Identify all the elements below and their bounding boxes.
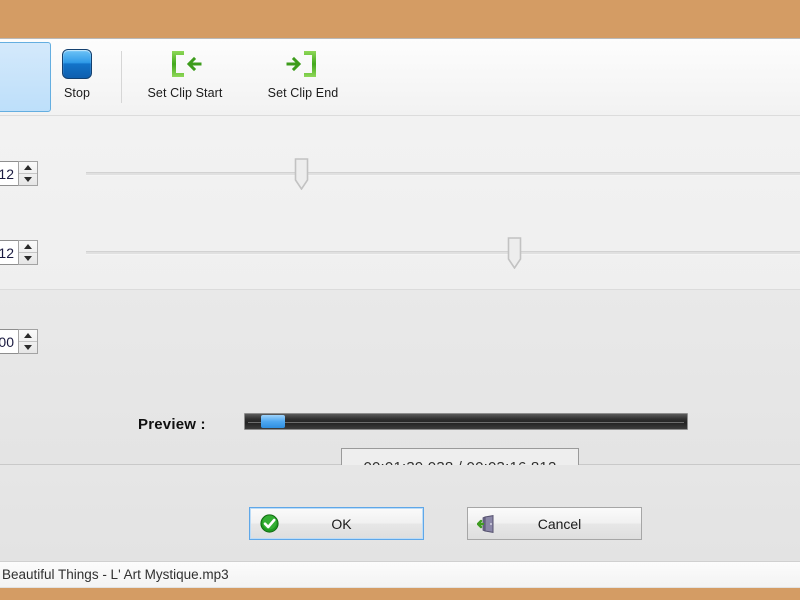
toolbar: Stop Set Clip Start Set Clip End: [0, 39, 800, 116]
fade-spin-down[interactable]: [19, 342, 37, 353]
fade-spin-buttons[interactable]: [18, 329, 38, 354]
toolbar-button-set-clip-start-label: Set Clip Start: [147, 86, 223, 100]
exit-door-icon: [477, 514, 497, 534]
cancel-button[interactable]: Cancel: [467, 507, 642, 540]
triangle-up-icon: [24, 165, 32, 170]
fade-spin-up[interactable]: [19, 330, 37, 342]
fade-spinbox[interactable]: 500: [0, 329, 38, 354]
green-check-circle-icon: [259, 514, 279, 534]
stop-icon: [62, 49, 92, 79]
toolbar-button-set-clip-end[interactable]: Set Clip End: [243, 42, 363, 112]
clip-start-arrow-icon: [168, 49, 202, 79]
triangle-down-icon: [24, 177, 32, 182]
desktop-background: Stop Set Clip Start Set Clip End 2 2 0 P…: [0, 0, 800, 600]
clip-start-spinbox[interactable]: 812: [0, 161, 38, 186]
triangle-down-icon: [24, 256, 32, 261]
clip-start-slider-track[interactable]: [86, 172, 800, 176]
clip-start-spin-buttons[interactable]: [18, 161, 38, 186]
clip-range-panel: 812 812: [0, 116, 800, 290]
clip-start-slider-thumb[interactable]: [294, 158, 309, 191]
preview-label: Preview :: [138, 416, 206, 433]
clip-end-value[interactable]: 812: [0, 240, 18, 265]
preview-progress-fill: [261, 415, 285, 428]
preview-progress-bar[interactable]: [244, 413, 688, 430]
ok-button[interactable]: OK: [249, 507, 424, 540]
triangle-up-icon: [24, 333, 32, 338]
preview-panel: 500 Preview : 00:01:39.038 / 00:03:16.81…: [0, 290, 800, 486]
toolbar-button-set-clip-end-label: Set Clip End: [267, 86, 339, 100]
audio-clip-dialog: Stop Set Clip Start Set Clip End 2 2 0 P…: [0, 38, 800, 588]
clip-start-value[interactable]: 812: [0, 161, 18, 186]
clip-end-slider-track[interactable]: [86, 251, 800, 255]
clip-end-spin-buttons[interactable]: [18, 240, 38, 265]
triangle-up-icon: [24, 244, 32, 249]
toolbar-separator: [121, 51, 122, 103]
clip-end-spin-down[interactable]: [19, 253, 37, 264]
clip-end-spinbox[interactable]: 812: [0, 240, 38, 265]
triangle-down-icon: [24, 345, 32, 350]
clip-start-spin-down[interactable]: [19, 174, 37, 185]
toolbar-button-stop-label: Stop: [63, 86, 91, 100]
clip-end-spin-up[interactable]: [19, 241, 37, 253]
clip-start-slider[interactable]: [86, 157, 800, 191]
toolbar-button-set-clip-start[interactable]: Set Clip Start: [125, 42, 245, 112]
status-bar: Beautiful Things - L' Art Mystique.mp3: [0, 561, 800, 587]
toolbar-button-stop[interactable]: Stop: [41, 42, 113, 112]
clip-end-arrow-icon: [286, 49, 320, 79]
clip-start-spin-up[interactable]: [19, 162, 37, 174]
clip-end-slider[interactable]: [86, 236, 800, 270]
preview-progress-line: [248, 421, 684, 423]
clip-end-slider-thumb[interactable]: [507, 237, 522, 270]
fade-value[interactable]: 500: [0, 329, 18, 354]
status-bar-filename: Beautiful Things - L' Art Mystique.mp3: [2, 567, 229, 582]
